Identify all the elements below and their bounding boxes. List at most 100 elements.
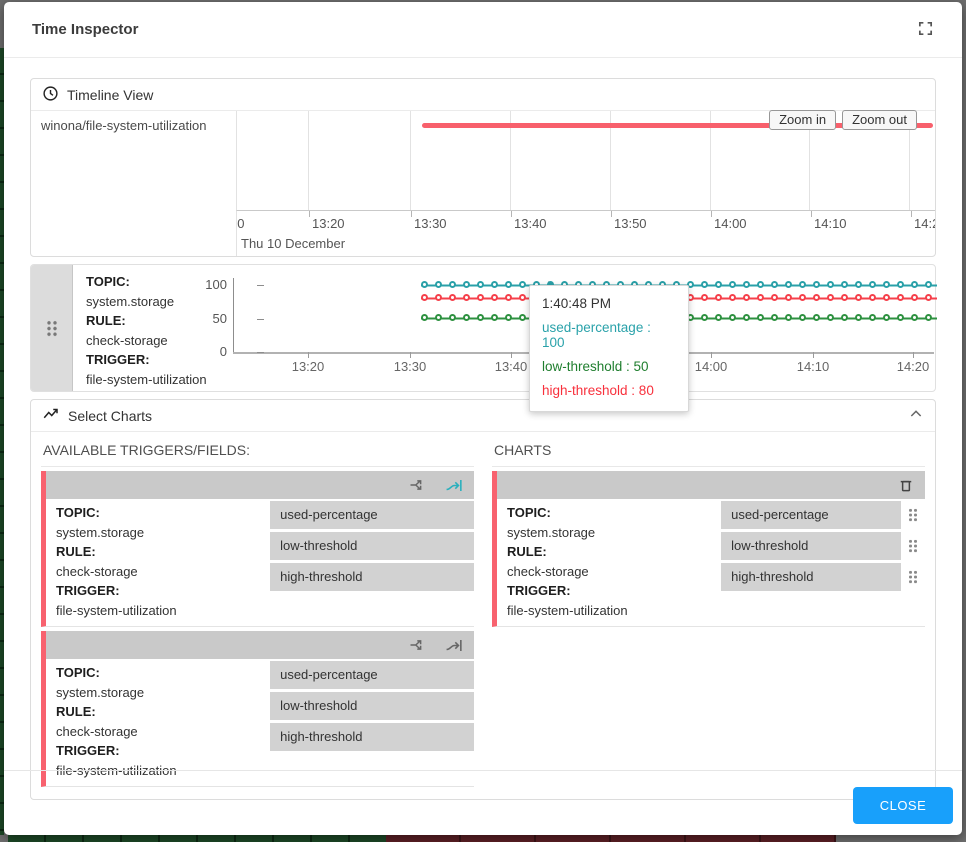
drag-grip-icon <box>908 539 918 553</box>
timeline-track[interactable]: winona/file-system-utilization Zoom in Z… <box>31 111 935 210</box>
y-axis-tick-label: 100 <box>191 277 227 292</box>
time-tick-mark <box>511 211 512 217</box>
trigger-meta: TOPIC: system.storage RULE: check-storag… <box>46 499 270 626</box>
time-tick-mark <box>611 211 612 217</box>
chip-drag-handle[interactable] <box>901 570 925 584</box>
time-tick-mark <box>811 211 812 217</box>
x-axis-tick-label: 13:30 <box>394 359 427 374</box>
trigger-label: TRIGGER: <box>56 741 270 761</box>
rule-value: check-storage <box>507 562 721 582</box>
data-point <box>869 281 876 288</box>
fullscreen-button[interactable] <box>917 20 934 40</box>
data-point <box>799 281 806 288</box>
time-inspector-dialog: Time Inspector Timeline View winona/fil <box>4 2 962 835</box>
add-to-charts-icon[interactable] <box>445 636 464 655</box>
data-point <box>883 294 890 301</box>
data-point <box>435 294 442 301</box>
drag-grip-icon <box>46 320 58 337</box>
dialog-header: Time Inspector <box>4 2 962 58</box>
field-chip-low-threshold[interactable]: low-threshold <box>721 532 901 560</box>
fullscreen-icon <box>917 20 934 40</box>
data-point <box>813 314 820 321</box>
close-button[interactable]: CLOSE <box>853 787 953 824</box>
y-axis-tick-label: 50 <box>191 311 227 326</box>
field-chip-used-percentage[interactable]: used-percentage <box>270 661 474 689</box>
data-point <box>771 281 778 288</box>
field-chip-low-threshold[interactable]: low-threshold <box>270 532 474 560</box>
data-point <box>519 314 526 321</box>
data-point <box>743 294 750 301</box>
split-fields-icon[interactable] <box>409 476 427 494</box>
collapse-panel-button[interactable] <box>908 406 924 425</box>
data-point <box>813 294 820 301</box>
trigger-card-toolbar <box>497 471 925 499</box>
tooltip-high-threshold: high-threshold : 80 <box>542 383 676 398</box>
data-point <box>743 281 750 288</box>
data-point <box>463 314 470 321</box>
field-chip-high-threshold[interactable]: high-threshold <box>270 563 474 591</box>
x-axis-tick-label: 14:20 <box>897 359 930 374</box>
rule-label: RULE: <box>507 542 721 562</box>
data-point <box>771 294 778 301</box>
data-point <box>883 314 890 321</box>
chart-row-drag-handle[interactable] <box>31 265 73 391</box>
data-point <box>701 294 708 301</box>
split-fields-icon[interactable] <box>409 636 427 654</box>
data-point <box>463 294 470 301</box>
y-axis-tick-mark <box>257 285 264 286</box>
time-tick-label: 14:10 <box>814 216 847 231</box>
data-point <box>715 281 722 288</box>
data-point <box>519 281 526 288</box>
select-charts-header: Select Charts <box>31 400 935 432</box>
data-point <box>757 281 764 288</box>
time-tick-label: 13:40 <box>514 216 547 231</box>
trigger-chart-row: TOPIC: system.storage RULE: check-storag… <box>30 264 936 392</box>
data-point <box>911 314 918 321</box>
chip-drag-handle[interactable] <box>901 508 925 522</box>
data-point <box>743 314 750 321</box>
data-point <box>729 281 736 288</box>
data-point <box>505 314 512 321</box>
field-chip-high-threshold[interactable]: high-threshold <box>721 563 901 591</box>
select-charts-panel: Select Charts AVAILABLE TRIGGERS/FIELDS: <box>30 399 936 800</box>
data-point <box>491 281 498 288</box>
trigger-meta: TOPIC: system.storage RULE: check-storag… <box>497 499 721 626</box>
field-chip-high-threshold[interactable]: high-threshold <box>270 723 474 751</box>
trigger-card-toolbar <box>46 631 474 659</box>
delete-chart-icon[interactable] <box>897 476 915 494</box>
x-axis-tick-mark <box>511 352 512 358</box>
data-point <box>449 294 456 301</box>
background-red-cells <box>386 835 836 842</box>
trigger-fields: used-percentage low-threshold high-thres… <box>721 499 925 626</box>
data-point <box>911 294 918 301</box>
data-point <box>701 314 708 321</box>
zoom-out-button[interactable]: Zoom out <box>842 110 917 130</box>
topic-value: system.storage <box>56 523 270 543</box>
data-point <box>925 294 932 301</box>
data-point <box>827 281 834 288</box>
data-point <box>477 294 484 301</box>
field-chip-used-percentage[interactable]: used-percentage <box>721 501 901 529</box>
chip-drag-handle[interactable] <box>901 539 925 553</box>
data-point <box>855 281 862 288</box>
chart-trigger-card: TOPIC: system.storage RULE: check-storag… <box>492 471 925 627</box>
data-point <box>435 281 442 288</box>
charts-column: CHARTS TOPIC: syste <box>492 432 925 787</box>
timeline-view-header: Timeline View <box>31 79 935 111</box>
add-to-charts-icon[interactable] <box>445 476 464 495</box>
data-point <box>883 281 890 288</box>
x-axis-tick-mark <box>813 352 814 358</box>
data-point <box>855 314 862 321</box>
field-chip-low-threshold[interactable]: low-threshold <box>270 692 474 720</box>
y-axis <box>233 278 234 352</box>
tooltip-used-percentage: used-percentage : 100 <box>542 320 676 350</box>
background-green-cells <box>8 835 386 842</box>
data-point <box>729 294 736 301</box>
zoom-in-button[interactable]: Zoom in <box>769 110 836 130</box>
data-point <box>925 314 932 321</box>
trigger-value: file-system-utilization <box>507 601 721 621</box>
trigger-fields: used-percentage low-threshold high-thres… <box>270 659 474 786</box>
data-point <box>869 314 876 321</box>
data-point <box>855 294 862 301</box>
field-chip-used-percentage[interactable]: used-percentage <box>270 501 474 529</box>
